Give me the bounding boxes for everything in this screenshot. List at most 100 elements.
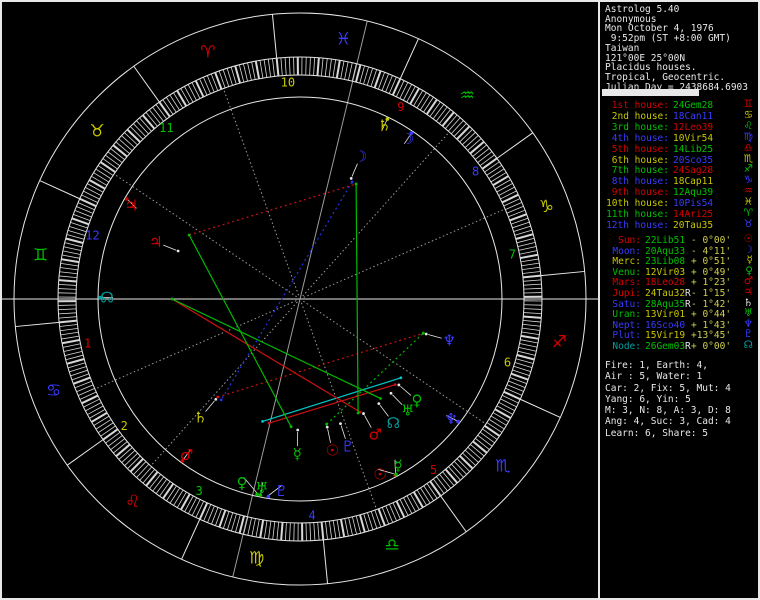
degree-tick: [242, 63, 248, 82]
degree-tick: [416, 92, 427, 109]
sign-boundary-line: [322, 539, 329, 584]
sign-glyph-leo: ♌: [125, 492, 140, 512]
degree-tick: [112, 144, 128, 158]
degree-tick: [486, 164, 502, 176]
aspect-endpoint-dot: [261, 420, 264, 423]
degree-tick: [498, 401, 515, 411]
degree-tick: [521, 331, 540, 336]
house-cusp-line: [150, 301, 298, 467]
degree-tick: [352, 516, 358, 535]
degree-tick: [247, 62, 252, 81]
degree-tick: [184, 86, 194, 103]
degree-tick: [58, 316, 77, 319]
degree-tick: [429, 101, 441, 117]
degree-tick: [406, 86, 416, 103]
degree-tick: [412, 491, 424, 508]
degree-tick: [255, 519, 260, 538]
degree-tick: [410, 493, 420, 510]
degree-tick: [317, 522, 320, 541]
sign-glyph-gemini: ♊: [33, 246, 48, 266]
degree-tick: [496, 183, 513, 193]
stats-line: M: 3, N: 8, A: 3, D: 8: [605, 405, 731, 417]
sign-glyph-sagittarius: ♐: [552, 332, 567, 352]
degree-tick: [482, 428, 498, 440]
planet-pointer: [351, 163, 358, 177]
degree-tick: [520, 339, 539, 344]
degree-tick: [464, 449, 479, 463]
degree-tick: [180, 493, 191, 511]
degree-tick: [62, 343, 81, 348]
sign-boundary-line: [520, 398, 561, 418]
sign-boundary-line: [181, 519, 201, 560]
degree-tick: [522, 274, 541, 279]
aspect-line: [217, 332, 424, 398]
degree-tick: [429, 480, 442, 497]
degree-tick: [324, 58, 328, 77]
degree-tick: [194, 80, 205, 98]
degree-tick: [184, 495, 194, 512]
degree-tick: [328, 59, 332, 77]
degree-tick: [169, 487, 181, 504]
house-number-9: 9: [397, 100, 404, 114]
degree-tick: [484, 161, 500, 173]
sign-glyph-cancer: ♋: [46, 381, 61, 401]
degree-tick: [81, 394, 99, 405]
degree-tick: [64, 351, 83, 357]
degree-tick: [522, 327, 540, 331]
degree-tick: [419, 94, 431, 111]
sign-boundary-line: [39, 180, 80, 200]
degree-tick: [444, 468, 459, 484]
degree-tick: [501, 193, 519, 204]
degree-tick: [251, 518, 256, 537]
separator-bar: [602, 89, 699, 96]
degree-tick: [251, 61, 256, 80]
degree-tick: [325, 521, 328, 540]
planet-inner-dot: [296, 428, 300, 432]
sign-glyph-libra: ♎: [384, 535, 399, 555]
degree-tick: [173, 92, 184, 109]
zodiac-sign-icon: ♎: [743, 141, 753, 154]
degree-tick: [136, 120, 149, 135]
degree-tick: [139, 466, 152, 481]
degree-tick: [61, 338, 80, 345]
degree-tick: [95, 168, 112, 180]
degree-tick: [124, 452, 138, 466]
house-number-8: 8: [472, 164, 479, 178]
planet-icon: ☊: [743, 338, 753, 351]
degree-tick: [99, 161, 116, 174]
planet-glyph-inner-mercury: ☿: [293, 445, 302, 463]
house-label: 5th house:: [611, 143, 669, 155]
aspect-endpoint-dot: [354, 182, 358, 186]
degree-tick: [309, 57, 311, 76]
degree-tick: [102, 158, 118, 170]
degree-tick: [416, 489, 427, 506]
degree-tick: [272, 58, 275, 77]
degree-tick: [474, 147, 490, 160]
degree-tick: [420, 487, 431, 504]
planet-glyph-inner-neptune: ♆: [443, 331, 456, 349]
planet-glyph-inner-venus: ♀: [411, 392, 422, 410]
degree-tick: [110, 438, 126, 451]
degree-tick: [336, 519, 341, 538]
degree-tick: [118, 138, 133, 151]
sign-glyph-pisces: ♓: [336, 30, 351, 50]
degree-tick: [451, 463, 464, 478]
degree-tick: [152, 106, 164, 122]
degree-tick: [87, 405, 104, 415]
degree-tick: [263, 520, 268, 539]
zodiac-sign-icon: ♍: [743, 130, 753, 143]
degree-tick: [93, 172, 110, 183]
degree-tick: [456, 125, 471, 140]
panel-divider: [598, 2, 600, 598]
aspect-endpoint-dot: [187, 233, 191, 237]
degree-tick: [126, 128, 141, 143]
degree-tick: [389, 504, 397, 522]
degree-tick: [523, 312, 542, 315]
degree-tick: [115, 443, 131, 458]
degree-tick: [522, 323, 541, 327]
aspect-endpoint-dot: [399, 376, 403, 380]
degree-tick: [107, 151, 123, 164]
degree-tick: [272, 521, 276, 540]
degree-tick: [63, 246, 82, 252]
stats-line: Yang: 6, Yin: 5: [605, 393, 691, 405]
